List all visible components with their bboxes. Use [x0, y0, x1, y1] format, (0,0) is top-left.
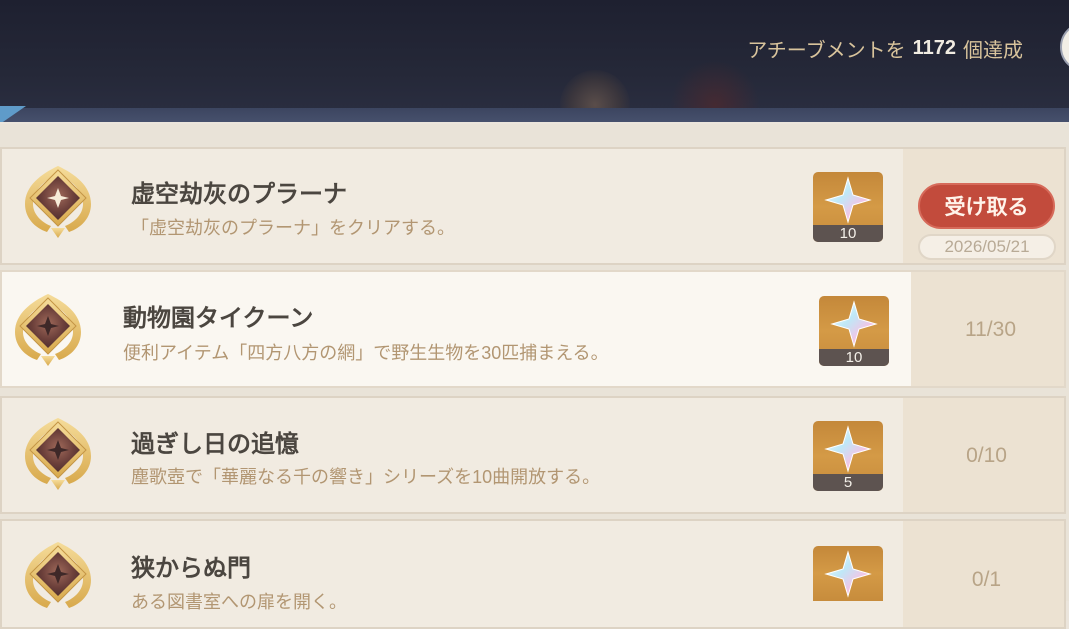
reward-count: 10	[813, 225, 883, 242]
achievement-count: 1172	[912, 36, 956, 59]
achievement-title: 狭からぬ門	[131, 555, 251, 582]
achievement-medal-icon	[25, 542, 91, 608]
reward-item	[813, 546, 883, 601]
reward-item: 10	[819, 296, 889, 366]
top-bar-divider	[0, 108, 1069, 122]
achievement-progress: 0/10	[966, 444, 1007, 467]
reward-item: 10	[813, 172, 883, 242]
achievement-summary: アチーブメントを 1172 個達成	[747, 34, 1023, 62]
achievement-title: 過ぎし日の追憶	[131, 431, 299, 458]
achievement-description: 便利アイテム「四方八方の網」で野生生物を30匹捕まえる。	[123, 343, 609, 363]
achievement-medal-icon	[25, 418, 91, 490]
primogem-icon	[830, 300, 878, 348]
achievement-medal-icon	[15, 294, 81, 366]
corner-accent	[0, 106, 26, 122]
primogem-icon	[824, 425, 872, 473]
achievement-title: 虚空劫灰のプラーナ	[131, 181, 347, 208]
primogem-icon	[824, 550, 872, 598]
top-bar: アチーブメントを 1172 個達成	[0, 0, 1069, 122]
achievement-description: 「虚空劫灰のプラーナ」をクリアする。	[131, 218, 455, 238]
completion-date: 2026/05/21	[918, 234, 1056, 260]
achievement-progress: 11/30	[965, 318, 1016, 341]
achievement-medal-icon	[25, 166, 91, 238]
achievement-description: ある図書室への扉を開く。	[131, 592, 347, 612]
achievement-progress: 0/1	[971, 568, 1002, 591]
achievement-description: 塵歌壺で「華麗なる千の響き」シリーズを10曲開放する。	[131, 467, 601, 487]
claim-button[interactable]: 受け取る	[918, 183, 1055, 229]
achievement-title: 動物園タイクーン	[123, 305, 314, 332]
reward-item: 5	[813, 421, 883, 491]
achievement-summary-prefix: アチーブメントを	[747, 39, 906, 62]
reward-count: 10	[819, 349, 889, 366]
close-button[interactable]	[1060, 22, 1069, 72]
reward-count: 5	[813, 474, 883, 491]
achievement-summary-suffix: 個達成	[963, 39, 1023, 62]
primogem-icon	[824, 176, 872, 224]
